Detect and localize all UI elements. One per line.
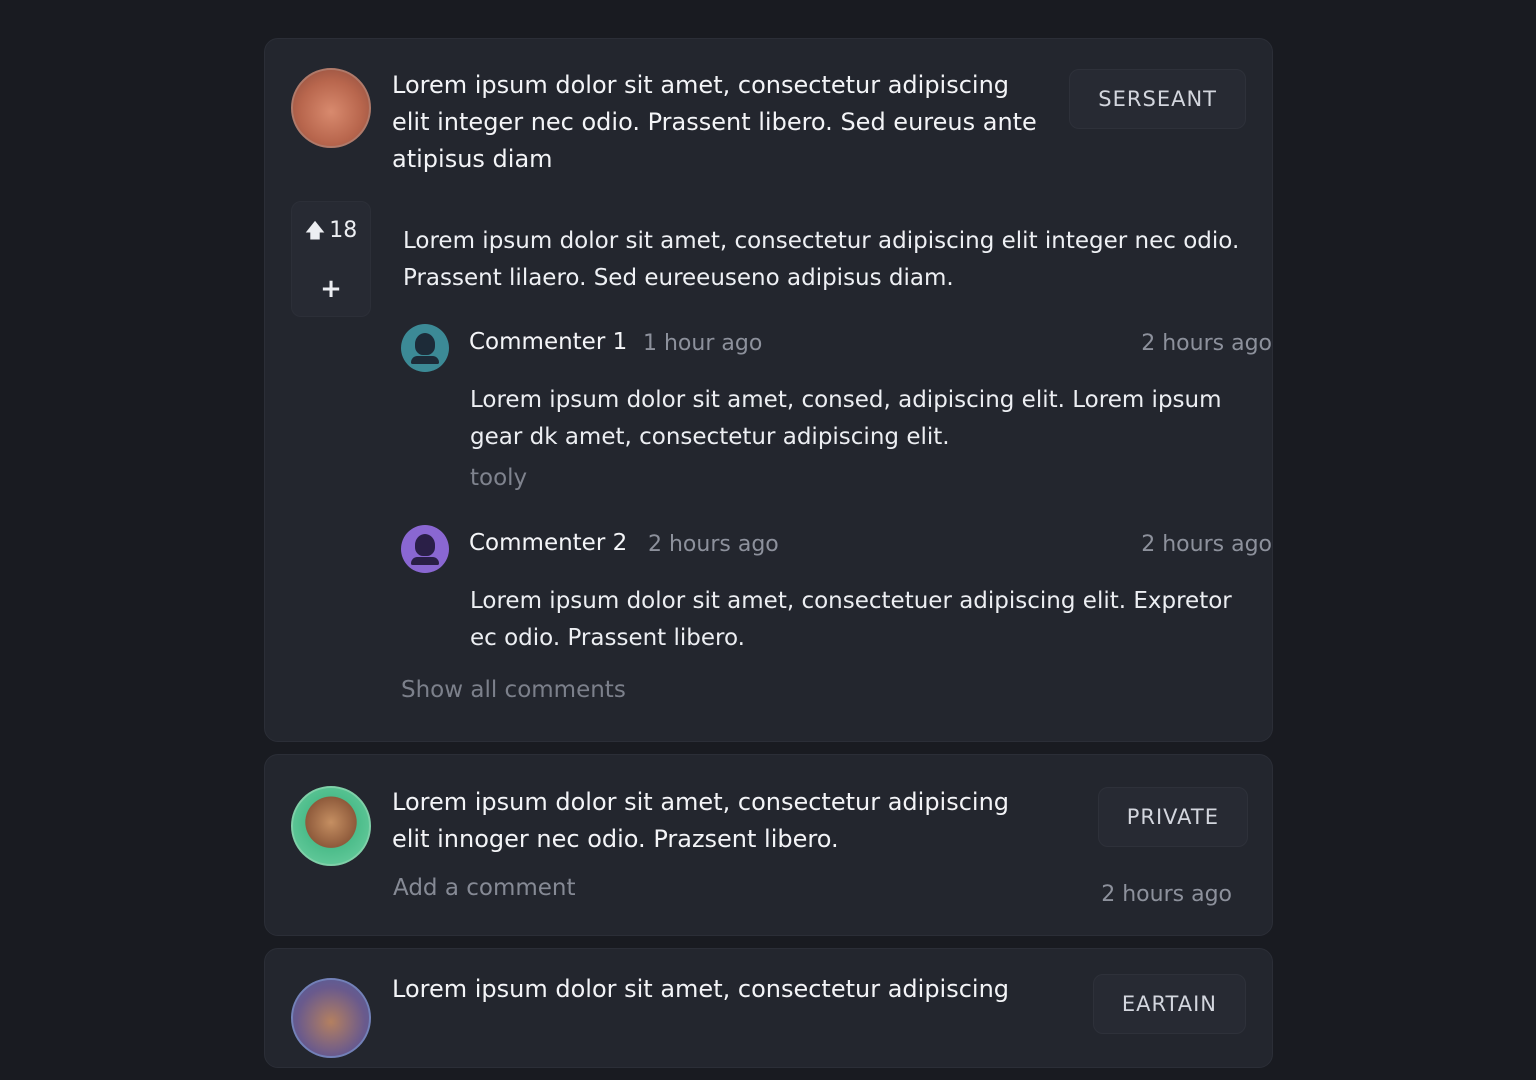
show-all-comments-link[interactable]: Show all comments: [401, 677, 626, 703]
post-time: 2 hours ago: [1101, 882, 1232, 907]
plus-icon[interactable]: +: [292, 274, 370, 304]
comment-tag: tooly: [470, 465, 528, 491]
post-card: Lorem ipsum dolor sit amet, consectetur …: [264, 754, 1273, 936]
arrow-up-icon: 🡅: [304, 218, 326, 242]
post-card: Lorem ipsum dolor sit amet, consectetur …: [264, 948, 1273, 1068]
feed: Lorem ipsum dolor sit amet, consectetur …: [264, 38, 1273, 1080]
comment-meta: 1 hour ago: [643, 331, 763, 356]
avatar[interactable]: [291, 68, 371, 148]
post-tag[interactable]: EARTAIN: [1092, 974, 1246, 1034]
vote-box: 🡅 18 +: [291, 201, 371, 317]
post-tag[interactable]: PRIVATE: [1097, 787, 1248, 847]
comment-meta: 2 hours ago: [648, 532, 779, 557]
comment-time: 2 hours ago: [1141, 331, 1272, 356]
post-text: Lorem ipsum dolor sit amet, consectetur …: [392, 975, 1010, 1003]
post-text: Lorem ipsum dolor sit amet, consectetur …: [392, 788, 1010, 853]
commenter-avatar[interactable]: [401, 525, 449, 573]
post-body: Lorem ipsum dolor sit amet, consectetur …: [403, 228, 1240, 291]
avatar[interactable]: [291, 786, 371, 866]
commenter-name[interactable]: Commenter 2: [469, 530, 627, 556]
comment-time: 2 hours ago: [1141, 532, 1272, 557]
commenter-name[interactable]: Commenter 1: [469, 329, 627, 355]
comment-text: Lorem ipsum dolor sit amet, consed, adip…: [470, 387, 1222, 450]
post-tag[interactable]: SERSEANT: [1069, 69, 1246, 129]
comment-text: Lorem ipsum dolor sit amet, consectetuer…: [470, 588, 1232, 651]
commenter-avatar[interactable]: [401, 324, 449, 372]
post-text: Lorem ipsum dolor sit amet, consectetur …: [392, 71, 1037, 173]
avatar[interactable]: [291, 978, 371, 1058]
person-icon: [415, 534, 435, 556]
vote-count: 18: [329, 218, 358, 243]
upvote-button[interactable]: 🡅 18: [292, 216, 370, 250]
post-card: Lorem ipsum dolor sit amet, consectetur …: [264, 38, 1273, 742]
add-comment-input[interactable]: Add a comment: [393, 875, 576, 901]
person-icon: [415, 333, 435, 355]
